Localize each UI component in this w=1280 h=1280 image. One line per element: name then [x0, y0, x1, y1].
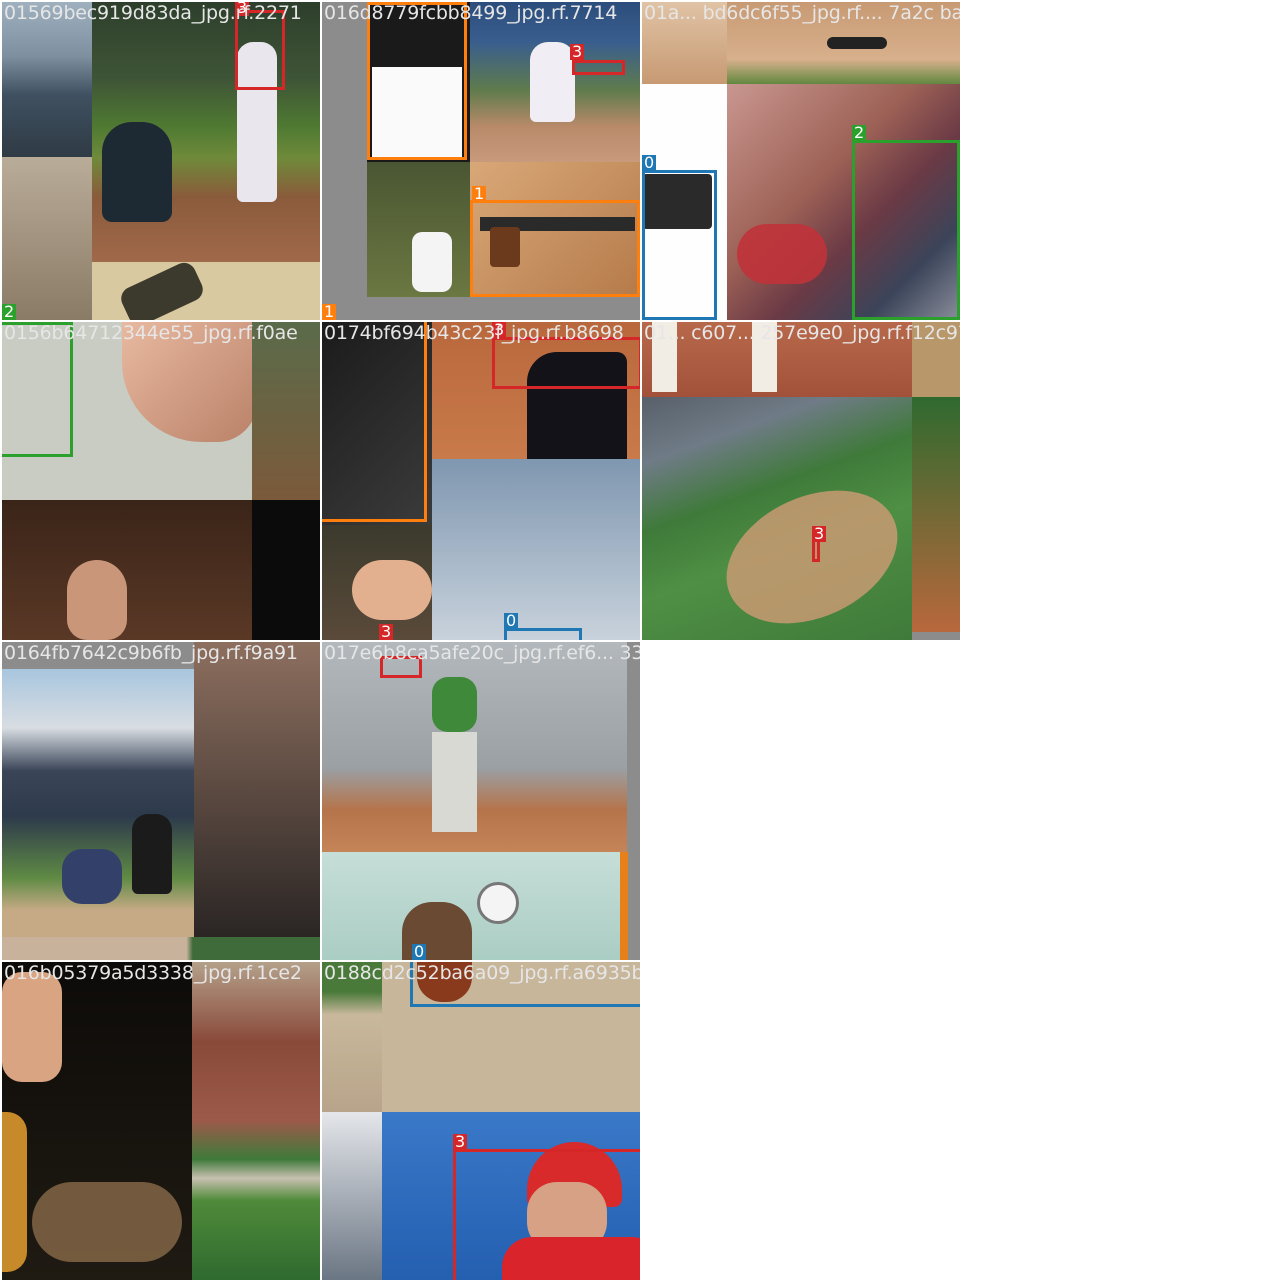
bbox-class-3 [453, 1149, 640, 1280]
mosaic-tile-8: 0 017e6b8ca5afe20c_jpg.rf.ef6... 33046cf… [322, 642, 640, 960]
photo-spectator [322, 1112, 382, 1280]
photo-wall [92, 262, 320, 320]
mosaic-tile-5: 3 3 0 0174bf694b43c23f_jpg.rf.b8698 [322, 322, 640, 640]
photo-batter-catcher [92, 2, 320, 262]
mosaic-tile-9: 016b05379a5d3338_jpg.rf.1ce2 [2, 962, 320, 1280]
image-filename: 0174bf694b43c23f_jpg.rf.b8698 [324, 322, 624, 344]
bbox-label: 0 [504, 611, 519, 630]
bbox-class-0 [642, 170, 717, 320]
bbox-label: 2 [852, 123, 867, 142]
photo-wall-clock [322, 852, 627, 960]
photo-orange-edge [620, 852, 628, 960]
bbox-label: 3 [812, 524, 827, 543]
image-filename: 01a... bd6dc6f55_jpg.rf.... 7a2c ba65c3f… [644, 2, 960, 24]
image-filename: 016b05379a5d3338_jpg.rf.1ce2 [4, 962, 302, 984]
photo-shooter [367, 162, 470, 297]
photo-hand-dark [2, 962, 192, 1280]
photo-dark [252, 500, 320, 640]
mosaic-tile-10: 3 0188cd2c52ba6a09_jpg.rf.a6935b8f25e08e… [322, 962, 640, 1280]
photo-elbow [322, 525, 432, 640]
bbox-class-1 [470, 200, 640, 297]
photo-bottom-strip [2, 937, 320, 960]
bbox-label: 1 [472, 184, 487, 203]
photo-shoreline [2, 2, 92, 157]
bbox-class-1 [322, 322, 427, 522]
bbox-label: 3 [570, 42, 585, 61]
image-filename: 0156b64712344e55_jpg.rf.f0ae [4, 322, 298, 344]
photo-sky [432, 459, 640, 640]
photo-sand [2, 157, 92, 320]
image-filename: 01... c607... 257e9e0_jpg.rf.f12c97abda7… [644, 322, 960, 344]
photo-stadium [642, 397, 912, 640]
mosaic-tile-4: 0156b64712344e55_jpg.rf.f0ae [2, 322, 320, 640]
mosaic-tile-1: 3 2 01569bec919d83da_jpg.rf.2271 [2, 2, 320, 320]
mosaic-tile-2: 3 1 1 016d8779fcbb8499_jpg.rf.7714 [322, 2, 640, 320]
image-filename: 01569bec919d83da_jpg.rf.2271 [4, 2, 302, 24]
image-filename: 016d8779fcbb8499_jpg.rf.7714 [324, 2, 618, 24]
bbox-label: 0 [642, 153, 657, 172]
photo-catcher [252, 322, 320, 500]
photo-batter-green [322, 642, 627, 852]
photo-stadium-crowd [192, 962, 320, 1280]
mosaic-tile-7: 0164fb7642c9b6fb_jpg.rf.f9a91 [2, 642, 320, 960]
bbox-label: 2 [2, 302, 17, 320]
bbox-class-3 [572, 60, 625, 75]
photo-indoor-face [2, 500, 252, 640]
bbox-label: 3 [379, 622, 394, 640]
bbox-class-1 [367, 2, 467, 160]
photo-infield [912, 397, 960, 632]
mosaic-tile-6: 3 01... c607... 257e9e0_jpg.rf.f12c97abd… [642, 322, 960, 640]
photo-dirt [322, 962, 382, 1112]
bbox-class-3 [492, 337, 640, 389]
mosaic-tile-3: 0 2 01a... bd6dc6f55_jpg.rf.... 7a2c ba6… [642, 2, 960, 320]
mosaic-grid: 3 2 01569bec919d83da_jpg.rf.2271 3 1 1 0… [0, 0, 1280, 1280]
photo-jacket [194, 642, 320, 937]
bbox-label: 3 [453, 1132, 468, 1151]
photo-catcher-crowd [2, 669, 194, 937]
bbox-class-2 [852, 140, 960, 320]
bbox-label: 1 [322, 302, 337, 320]
image-filename: 0164fb7642c9b6fb_jpg.rf.f9a91 [4, 642, 298, 664]
image-filename: 0188cd2c52ba6a09_jpg.rf.a6935b8f25e08e58 [324, 962, 640, 984]
bbox-label: 0 [412, 942, 427, 960]
photo-batter-swing [470, 2, 640, 162]
image-filename: 017e6b8ca5afe20c_jpg.rf.ef6... 33046cf56… [324, 642, 640, 664]
